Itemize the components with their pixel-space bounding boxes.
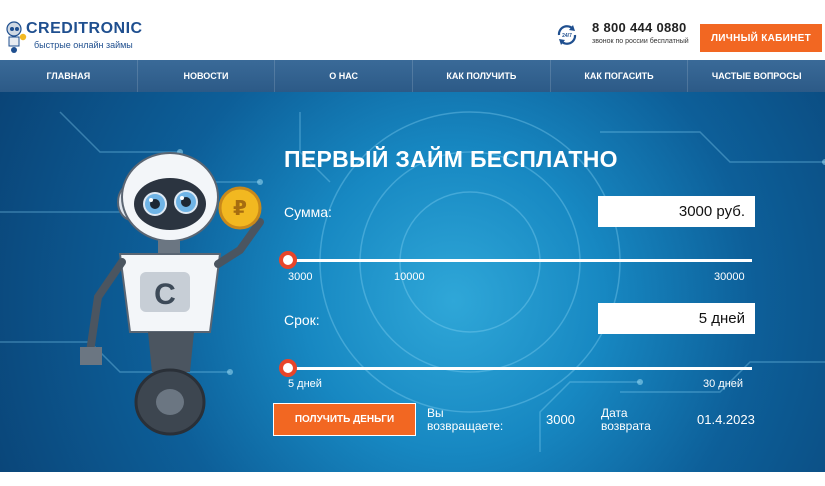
logo-subtitle: быстрые онлайн займы	[34, 40, 133, 50]
amount-label: Сумма:	[284, 204, 332, 220]
amount-tick-max: 30000	[714, 271, 745, 283]
hero-title: ПЕРВЫЙ ЗАЙМ БЕСПЛАТНО	[284, 146, 618, 172]
amount-tick-min: 3000	[288, 271, 313, 283]
nav-item-how-to-get[interactable]: КАК ПОЛУЧИТЬ	[413, 60, 551, 92]
support-badge-text: 24/7	[562, 33, 572, 39]
logo-title: CREDITRONIC	[26, 20, 143, 37]
nav-item-news[interactable]: НОВОСТИ	[138, 60, 276, 92]
amount-field[interactable]: 3000 руб.	[598, 196, 755, 227]
phone-note: звонок по россии бесплатный	[592, 38, 689, 45]
site-header: CREDITRONIC быстрые онлайн займы 24/7 8 …	[0, 14, 825, 60]
amount-slider-track[interactable]	[288, 259, 752, 262]
term-tick-max: 30 дней	[703, 378, 744, 390]
coin-symbol: ₽	[233, 196, 247, 220]
amount-tick-mid: 10000	[394, 271, 425, 283]
nav-item-about[interactable]: О НАС	[275, 60, 414, 92]
amount-slider-handle[interactable]	[279, 251, 297, 269]
bottom-strip	[0, 472, 825, 486]
support-24-7-icon: 24/7	[557, 25, 577, 45]
term-tick-min: 5 дней	[288, 378, 322, 390]
nav-item-faq[interactable]: ЧАСТЫЕ ВОПРОСЫ	[688, 60, 825, 92]
page: CREDITRONIC быстрые онлайн займы 24/7 8 …	[0, 0, 825, 486]
robot-mascot-illustration: C ₽	[80, 152, 264, 436]
site-logo[interactable]: CREDITRONIC быстрые онлайн займы	[4, 18, 144, 58]
term-slider-track[interactable]	[288, 367, 752, 370]
term-slider-handle[interactable]	[279, 359, 297, 377]
robot-chest-letter: C	[154, 278, 176, 311]
return-date-value: 01.4.2023	[697, 412, 755, 427]
personal-cabinet-button[interactable]: ЛИЧНЫЙ КАБИНЕТ	[700, 24, 822, 52]
term-field[interactable]: 5 дней	[598, 303, 755, 334]
nav-item-how-to-repay[interactable]: КАК ПОГАСИТЬ	[551, 60, 689, 92]
main-nav: ГЛАВНАЯ НОВОСТИ О НАС КАК ПОЛУЧИТЬ КАК П…	[0, 60, 825, 92]
nav-item-home[interactable]: ГЛАВНАЯ	[0, 60, 138, 92]
return-amount-label: Вы возвращаете:	[427, 406, 504, 433]
term-label: Срок:	[284, 312, 320, 328]
phone-number[interactable]: 8 800 444 0880	[592, 20, 687, 35]
get-money-button[interactable]: ПОЛУЧИТЬ ДЕНЬГИ	[273, 403, 416, 436]
return-date-label: Дата возврата	[601, 406, 651, 433]
return-amount-value: 3000	[546, 412, 575, 427]
hero-section: C ₽ ПЕРВЫЙ ЗАЙМ БЕСПЛАТНО Сумма: 3000 ру…	[0, 92, 825, 472]
